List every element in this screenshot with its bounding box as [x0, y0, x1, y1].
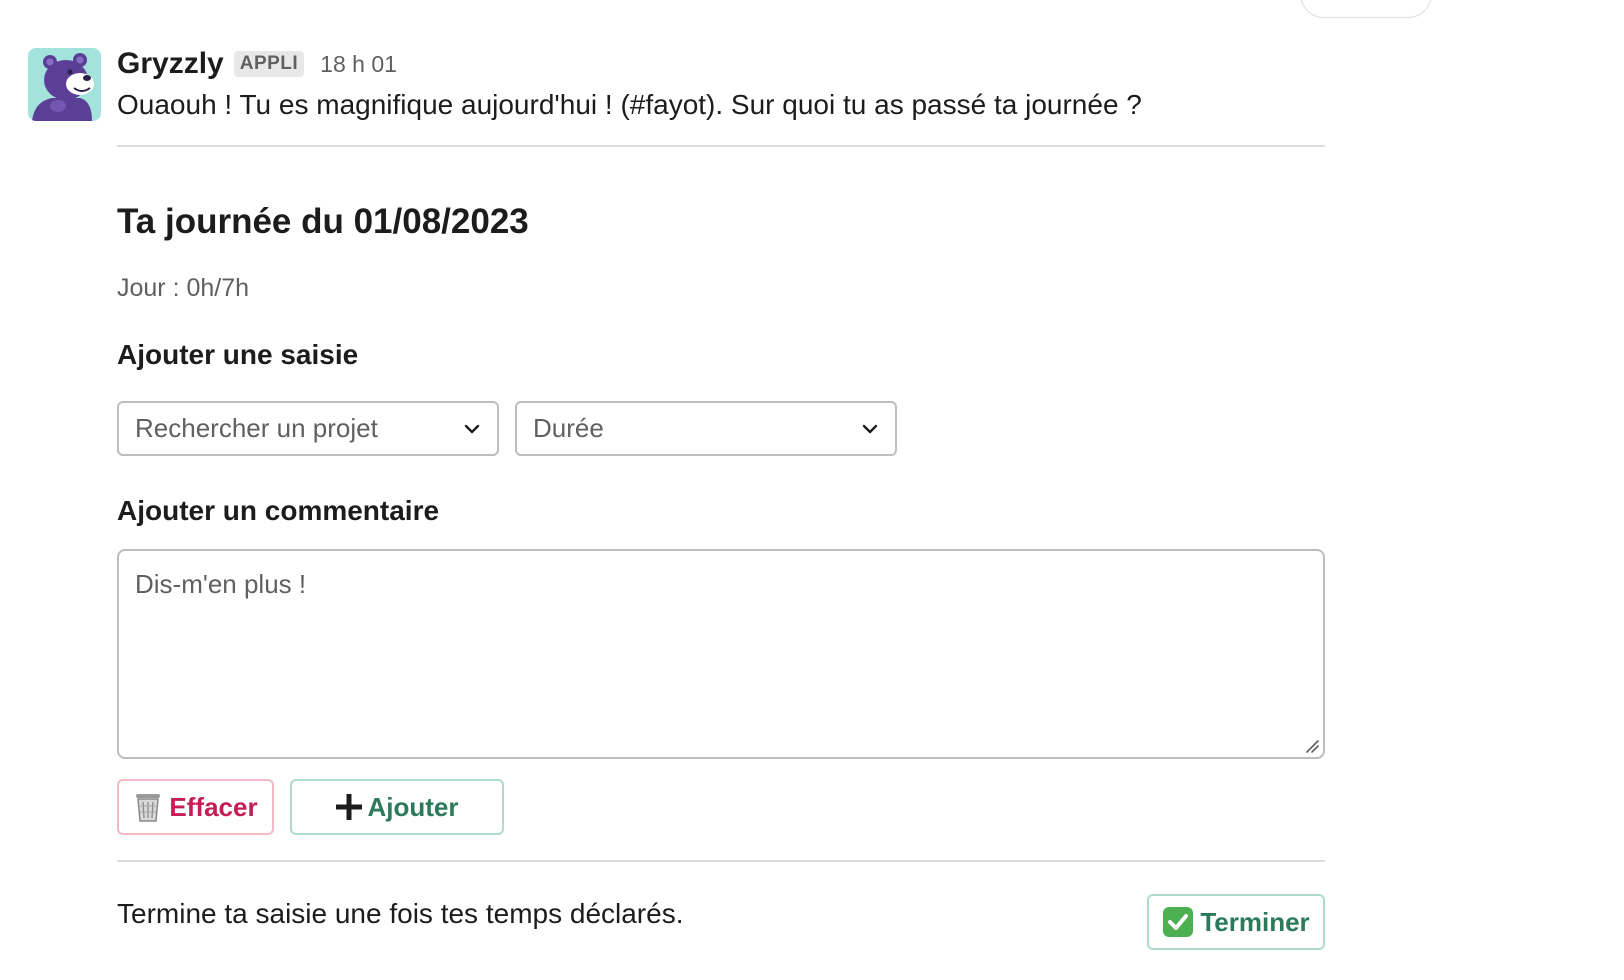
form-title: Ta journée du 01/08/2023	[117, 202, 529, 241]
comment-label: Ajouter un commentaire	[117, 495, 440, 526]
footer-text: Termine ta saisie une fois tes temps déc…	[117, 898, 684, 929]
check-mark-button-icon	[1162, 906, 1194, 938]
entry-label: Ajouter une saisie	[117, 339, 359, 370]
chevron-down-icon	[464, 424, 480, 434]
duration-select-placeholder: Durée	[533, 413, 604, 443]
sender-name[interactable]: Gryzzly	[117, 47, 224, 81]
app-badge: APPLI	[233, 51, 305, 77]
resize-handle-icon[interactable]	[1303, 737, 1319, 753]
project-select-placeholder: Rechercher un projet	[135, 413, 378, 443]
clear-button[interactable]: Effacer	[117, 779, 274, 835]
bear-icon	[32, 53, 94, 121]
finish-button-label: Terminer	[1200, 906, 1310, 937]
message-actions-pill[interactable]	[1300, 0, 1432, 18]
add-button-label: Ajouter	[367, 791, 459, 822]
clear-button-label: Effacer	[169, 791, 258, 822]
chevron-down-icon	[862, 424, 878, 434]
wastebasket-icon	[133, 791, 163, 823]
day-summary: Jour : 0h/7h	[117, 274, 250, 302]
comment-placeholder: Dis-m'en plus !	[135, 569, 307, 599]
divider	[117, 860, 1325, 862]
project-select[interactable]: Rechercher un projet	[117, 401, 499, 456]
duration-select[interactable]: Durée	[515, 401, 897, 456]
message-timestamp[interactable]: 18 h 01	[320, 51, 397, 78]
message-text: Ouaouh ! Tu es magnifique aujourd'hui ! …	[117, 89, 1142, 120]
gryzzly-avatar[interactable]	[28, 48, 101, 121]
finish-button[interactable]: Terminer	[1147, 894, 1325, 950]
slack-message-page: Gryzzly APPLI 18 h 01 Ouaouh ! Tu es mag…	[0, 0, 1624, 980]
comment-textarea[interactable]: Dis-m'en plus !	[117, 549, 1325, 759]
message-header: Gryzzly APPLI 18 h 01	[117, 44, 397, 84]
add-button[interactable]: Ajouter	[290, 779, 504, 835]
divider	[117, 145, 1325, 147]
plus-icon	[335, 794, 362, 820]
